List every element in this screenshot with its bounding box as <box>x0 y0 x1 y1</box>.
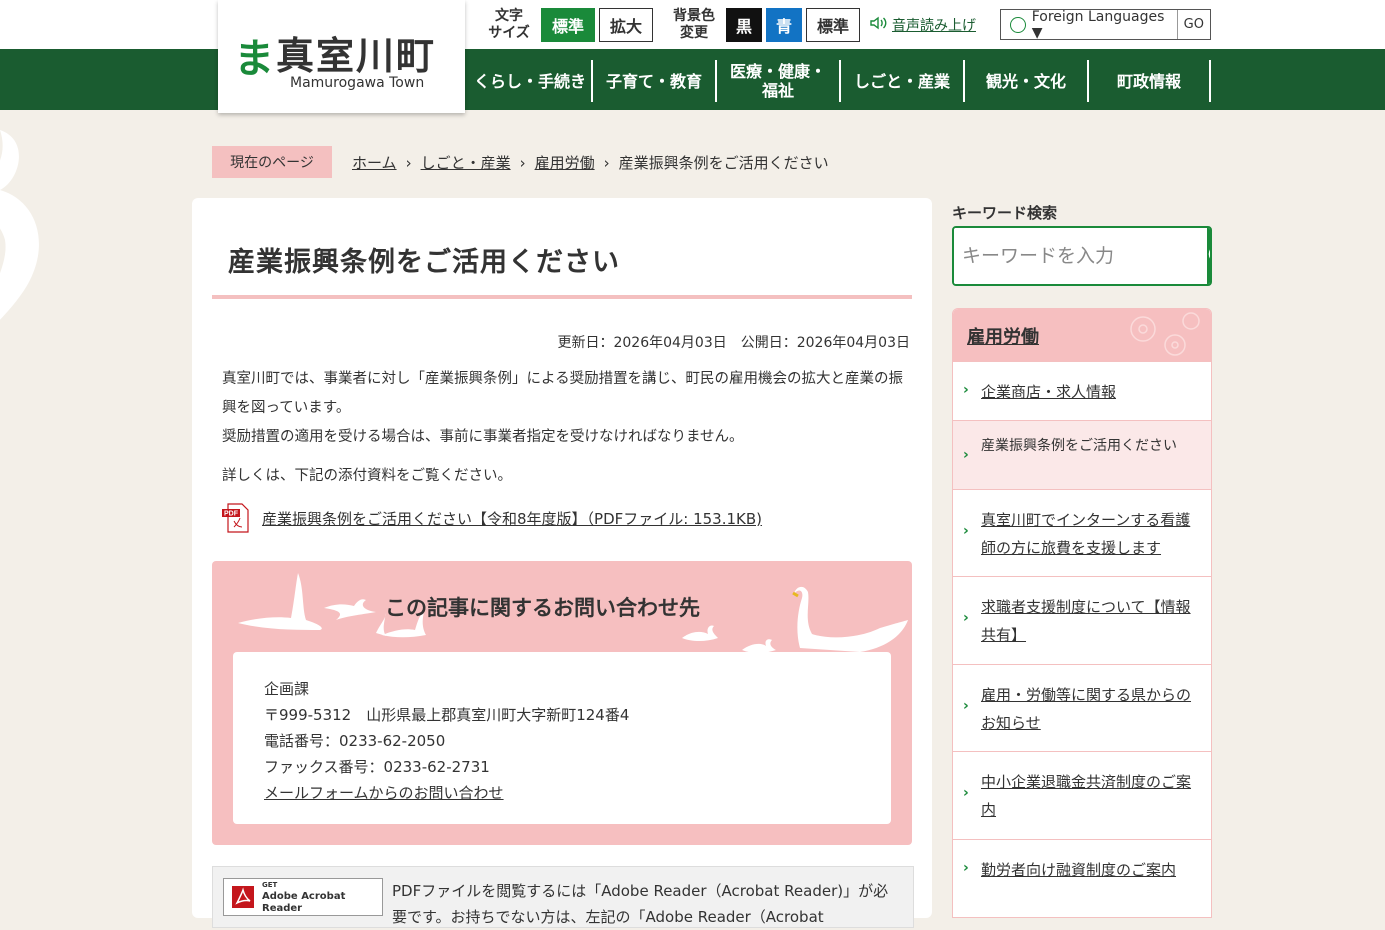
voice-readout-link[interactable]: 音声読み上げ <box>870 15 976 35</box>
keyword-search-label: キーワード検索 <box>952 204 1058 222</box>
sidebar-item-industry-ordinance[interactable]: › 産業振興条例をご活用ください <box>953 420 1211 489</box>
nav-living[interactable]: くらし・手続き <box>469 60 591 102</box>
flower-pattern-icon <box>1130 312 1200 356</box>
breadcrumb-home[interactable]: ホーム <box>352 154 397 172</box>
breadcrumb-chevron-icon: › <box>405 154 412 172</box>
chevron-right-icon: › <box>963 523 969 539</box>
search-button[interactable] <box>1207 228 1210 284</box>
sidebar-item-prefecture-notice[interactable]: › 雇用・労働等に関する県からのお知らせ <box>953 664 1211 751</box>
bg-standard-button[interactable]: 標準 <box>806 8 860 42</box>
sidebar-item-retirement-fund[interactable]: › 中小企業退職金共済制度のご案内 <box>953 751 1211 839</box>
logo-name: 真室川町 <box>276 34 437 78</box>
chevron-right-icon: › <box>963 785 969 801</box>
globe-icon <box>1010 16 1026 33</box>
language-select-label: Foreign Languages ▼ <box>1031 8 1165 41</box>
nav-divider <box>1209 60 1211 102</box>
sidebar-item-label: 勤労者向け融資制度のご案内 <box>981 861 1177 879</box>
chevron-right-icon: › <box>963 382 969 398</box>
contact-heading: この記事に関するお問い合わせ先 <box>385 596 700 620</box>
pdf-icon: PDF <box>222 503 252 533</box>
nav-childcare[interactable]: 子育て・教育 <box>593 60 715 102</box>
body-paragraph: 真室川町では、事業者に対し「産業振興条例」による奨励措置を講じ、町民の雇用機会の… <box>222 371 904 416</box>
voice-label: 音声読み上げ <box>892 18 976 34</box>
section-menu-header: 雇用労働 <box>953 309 1211 361</box>
contact-phone: 電話番号：0233-62-2050 <box>264 732 446 750</box>
swans-flying-graphic <box>238 573 386 636</box>
logo-mark: ま <box>234 36 274 82</box>
language-selector[interactable]: Foreign Languages ▼ GO <box>1000 8 1211 41</box>
text-size-label: 文字 サイズ <box>488 8 530 41</box>
sidebar-item-worker-loan[interactable]: › 勤労者向け融資制度のご案内 <box>953 839 1211 917</box>
pdf-download-link[interactable]: 産業振興条例をご活用ください【令和8年度版】（PDFファイル: 153.1KB) <box>262 508 762 529</box>
breadcrumb-chevron-icon: › <box>603 154 610 172</box>
keyword-search-form <box>952 226 1212 286</box>
section-menu-title[interactable]: 雇用労働 <box>967 323 1039 349</box>
breadcrumb-employment[interactable]: 雇用労働 <box>535 154 595 172</box>
speaker-icon <box>870 16 888 34</box>
contact-address: 〒999-5312 山形県最上郡真室川町大字新町124番4 <box>264 706 630 724</box>
sidebar-item-label: 真室川町でインターンする看護師の方に旅費を支援します <box>981 511 1191 557</box>
chevron-right-icon: › <box>963 698 969 714</box>
swans-swimming-graphic <box>682 586 908 653</box>
nav-town-info[interactable]: 町政情報 <box>1089 60 1209 102</box>
decorative-swan-graphic <box>0 130 39 320</box>
breadcrumb-label: 現在のページ <box>212 146 332 178</box>
breadcrumb-work[interactable]: しごと・産業 <box>421 154 511 172</box>
breadcrumb: ホーム › しごと・産業 › 雇用労働 › 産業振興条例をご活用ください <box>352 152 829 173</box>
sidebar-item-label: 企業商店・求人情報 <box>981 383 1117 401</box>
sidebar-item-nurse-travel[interactable]: › 真室川町でインターンする看護師の方に旅費を支援します <box>953 489 1211 576</box>
logo-english: Mamurogawa Town <box>290 75 425 91</box>
chevron-right-icon: › <box>963 610 969 626</box>
page-title: 産業振興条例をご活用ください <box>228 247 620 278</box>
adobe-get-label: GET <box>262 881 278 889</box>
nav-work[interactable]: しごと・産業 <box>841 60 963 102</box>
search-input[interactable] <box>954 228 1207 284</box>
sidebar-item-label: 求職者支援制度について【情報共有】 <box>981 598 1191 644</box>
text-size-large-button[interactable]: 拡大 <box>599 8 653 42</box>
nav-tourism[interactable]: 観光・文化 <box>965 60 1087 102</box>
get-adobe-reader-button[interactable]: GET Adobe Acrobat Reader <box>223 878 383 916</box>
adobe-reader-text: PDFファイルを閲覧するには「Adobe Reader（Acrobat Read… <box>392 882 889 926</box>
search-icon <box>1208 249 1210 259</box>
chevron-right-icon: › <box>963 447 969 463</box>
site-logo[interactable]: ま 真室川町 Mamurogawa Town <box>218 0 465 113</box>
bg-color-label: 背景色 変更 <box>673 8 715 41</box>
sidebar-item-label: 産業振興条例をご活用ください <box>981 438 1177 454</box>
adobe-acrobat-icon <box>232 886 254 908</box>
publish-dates: 更新日：2026年04月03日 公開日：2026年04月03日 <box>557 335 910 351</box>
bg-black-button[interactable]: 黒 <box>726 8 762 42</box>
body-paragraph: 詳しくは、下記の添付資料をご覧ください。 <box>222 468 512 484</box>
breadcrumb-current: 産業振興条例をご活用ください <box>618 154 829 172</box>
language-go-button[interactable]: GO <box>1176 10 1210 39</box>
body-paragraph: 奨励措置の適用を受ける場合は、事前に事業者指定を受けなければなりません。 <box>222 429 744 445</box>
sidebar-item-job-seeker[interactable]: › 求職者支援制度について【情報共有】 <box>953 576 1211 664</box>
bg-blue-button[interactable]: 青 <box>766 8 802 42</box>
contact-department: 企画課 <box>264 680 310 698</box>
chevron-right-icon: › <box>963 860 969 876</box>
sidebar-item-label: 雇用・労働等に関する県からのお知らせ <box>981 686 1192 732</box>
section-menu: 雇用労働 › 企業商店・求人情報 › 産業振興条例をご活用ください › 真室川町… <box>952 308 1212 918</box>
svg-text:PDF: PDF <box>224 511 239 518</box>
sidebar-item-label: 中小企業退職金共済制度のご案内 <box>981 773 1192 819</box>
title-underline <box>212 295 912 299</box>
nav-medical[interactable]: 医療・健康・ 福祉 <box>717 60 839 102</box>
pdf-attachment: PDF 産業振興条例をご活用ください【令和8年度版】（PDFファイル: 153.… <box>222 503 762 533</box>
adobe-reader-label: Adobe Acrobat Reader <box>262 891 346 914</box>
contact-fax: ファックス番号：0233-62-2731 <box>264 758 490 776</box>
contact-mail-form-link[interactable]: メールフォームからのお問い合わせ <box>264 782 504 803</box>
text-size-standard-button[interactable]: 標準 <box>541 8 595 42</box>
sidebar-item-job-info[interactable]: › 企業商店・求人情報 <box>953 361 1211 420</box>
breadcrumb-chevron-icon: › <box>519 154 526 172</box>
